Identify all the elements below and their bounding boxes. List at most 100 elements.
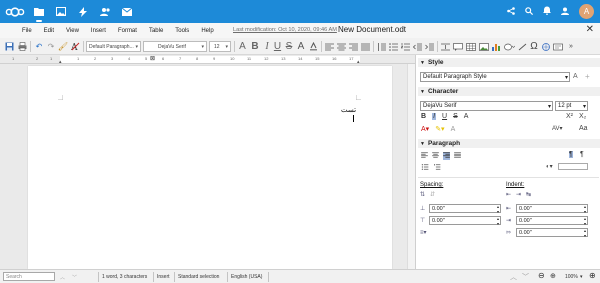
before-text-indent-input[interactable]: 0.00" ▴ ▾ <box>516 204 588 214</box>
right-to-left-icon[interactable]: ¶ <box>569 151 573 158</box>
spin-arrows-icon[interactable]: ▴ ▾ <box>497 216 499 226</box>
subscript-icon[interactable]: X₂ <box>579 113 586 120</box>
document-title[interactable]: New Document.odt <box>338 25 406 34</box>
clone-formatting-icon[interactable]: 🖌 <box>58 41 68 52</box>
contacts-icon[interactable] <box>94 0 116 23</box>
close-icon[interactable]: ✕ <box>586 24 594 35</box>
increase-indent-sb-icon[interactable]: ⇤ <box>506 191 511 198</box>
menu-file[interactable]: File <box>22 28 32 34</box>
share-icon[interactable] <box>507 6 515 17</box>
menu-tools[interactable]: Tools <box>175 28 189 34</box>
insert-line-icon[interactable] <box>517 41 527 52</box>
menu-table[interactable]: Table <box>149 28 163 34</box>
bullets-icon[interactable] <box>388 41 398 52</box>
text-shadow-icon[interactable] <box>308 41 318 52</box>
sidebar-italic-button[interactable]: I <box>432 113 437 120</box>
above-paragraph-spacing-input[interactable]: 0.00" ▴ ▾ <box>429 204 501 214</box>
selection-mode[interactable]: Standard selection <box>178 274 219 280</box>
special-character-button[interactable]: Ω <box>529 41 539 52</box>
document-page[interactable] <box>28 66 392 269</box>
search-input[interactable]: Search <box>3 272 55 281</box>
undo-icon[interactable]: ↶ <box>34 41 44 52</box>
paragraph-style-select[interactable]: Default Paragraph... ▾ <box>86 41 141 52</box>
superscript-icon[interactable]: X² <box>566 113 573 120</box>
justify-icon[interactable] <box>360 41 370 52</box>
toolbar-overflow-icon[interactable]: » <box>566 41 576 52</box>
print-icon[interactable] <box>17 41 27 52</box>
update-style-icon[interactable]: A <box>573 73 578 80</box>
character-section-header[interactable]: ▼ Character <box>418 87 600 96</box>
insert-table-icon[interactable] <box>465 41 477 52</box>
sidebar-align-left-icon[interactable] <box>421 152 428 160</box>
insert-image-icon[interactable] <box>479 41 489 52</box>
notifications-icon[interactable] <box>543 6 551 17</box>
activity-icon[interactable] <box>72 0 94 23</box>
language[interactable]: English (USA) <box>231 274 262 280</box>
zoom-out-icon[interactable]: ⊖ <box>538 271 545 280</box>
vertical-scrollbar[interactable] <box>407 64 415 269</box>
menu-insert[interactable]: Insert <box>91 28 106 34</box>
background-color-swatch[interactable] <box>558 163 588 170</box>
after-text-indent-input[interactable]: 0.00" ▴ ▾ <box>516 216 588 226</box>
sidebar-underline-button[interactable]: U <box>442 113 447 120</box>
align-left-icon[interactable] <box>324 41 334 52</box>
zoom-in-icon[interactable]: ⊕ <box>589 271 596 280</box>
paragraph-style-dropdown[interactable]: Default Paragraph Style ▾ <box>420 72 570 82</box>
sidebar-bullets-icon[interactable] <box>421 164 429 172</box>
bold-button[interactable]: B <box>250 41 260 52</box>
search-icon[interactable] <box>525 6 534 17</box>
clear-direct-formatting-icon[interactable]: A <box>451 126 456 133</box>
background-color-icon[interactable]: ◐▾ <box>546 163 553 170</box>
spin-arrows-icon[interactable]: ▴ ▾ <box>584 216 586 226</box>
horizontal-ruler[interactable]: 1 2 1 1 2 3 4 5 6 7 8 9 10 11 12 13 14 1… <box>0 55 415 65</box>
prev-page-icon[interactable]: ︿ <box>510 272 517 282</box>
menu-help[interactable]: Help <box>201 28 213 34</box>
zoom-dropdown-icon[interactable]: ▾ <box>580 274 583 280</box>
contacts-menu-icon[interactable] <box>561 7 569 17</box>
tab-stop-icon[interactable]: ⊠ <box>150 55 155 62</box>
menu-view[interactable]: View <box>66 28 79 34</box>
strikethrough-button[interactable]: S <box>284 41 294 52</box>
align-right-icon[interactable] <box>348 41 358 52</box>
sidebar-align-center-icon[interactable] <box>432 152 439 160</box>
paragraph-spacing-icon[interactable] <box>440 41 450 52</box>
nextcloud-logo-icon[interactable] <box>2 0 28 23</box>
sidebar-numbering-icon[interactable] <box>433 164 441 172</box>
menu-edit[interactable]: Edit <box>44 28 54 34</box>
paragraph-section-header[interactable]: ▼ Paragraph <box>418 139 600 148</box>
insert-link-icon[interactable] <box>541 41 551 52</box>
decrease-indent-sb-icon[interactable]: ⇥ <box>516 191 521 198</box>
character-spacing-icon[interactable]: AV▾ <box>552 125 563 132</box>
hanging-indent-icon[interactable]: ↹ <box>526 191 531 198</box>
italic-button[interactable]: I <box>263 41 271 52</box>
insert-chart-icon[interactable] <box>491 41 501 52</box>
insert-field-icon[interactable] <box>553 41 563 52</box>
menu-format[interactable]: Format <box>118 28 137 34</box>
font-size-select[interactable]: 12 ▾ <box>209 41 231 52</box>
mail-icon[interactable] <box>116 0 138 23</box>
grow-font-icon[interactable]: A <box>238 41 247 52</box>
decrease-spacing-icon[interactable]: ⇵ <box>430 191 435 198</box>
increase-indent-icon[interactable] <box>424 41 434 52</box>
below-paragraph-spacing-input[interactable]: 0.00" ▴ ▾ <box>429 216 501 226</box>
photos-icon[interactable] <box>50 0 72 23</box>
sidebar-font-name-dropdown[interactable]: DejaVu Serif ▾ <box>420 101 553 111</box>
files-icon[interactable] <box>28 0 50 23</box>
case-icon[interactable]: Aa <box>579 125 588 132</box>
font-color-icon[interactable]: A▾ <box>421 125 429 133</box>
decrease-indent-icon[interactable] <box>412 41 422 52</box>
first-line-indent-input[interactable]: 0.00" ▴ ▾ <box>516 228 588 238</box>
avatar[interactable]: A <box>579 4 594 19</box>
insert-mode[interactable]: Insert <box>157 274 170 280</box>
redo-icon[interactable]: ↷ <box>46 41 56 52</box>
highlight-color-icon[interactable]: ✎▾ <box>435 125 444 133</box>
sidebar-font-size-dropdown[interactable]: 12 pt ▾ <box>555 101 588 111</box>
style-section-header[interactable]: ▼ Style <box>418 58 600 67</box>
search-up-icon[interactable]: ︿ <box>60 274 65 281</box>
document-canvas[interactable] <box>0 64 415 269</box>
document-text[interactable]: تست <box>341 106 356 114</box>
font-name-select[interactable]: DejaVu Serif ▾ <box>143 41 207 52</box>
insert-shape-icon[interactable] <box>503 41 515 52</box>
align-center-icon[interactable] <box>336 41 346 52</box>
increase-spacing-icon[interactable]: ⇅ <box>420 191 425 198</box>
